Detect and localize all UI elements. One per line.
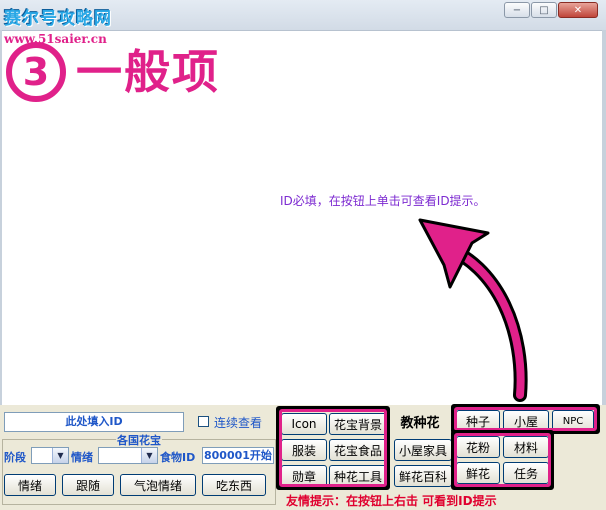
eat-button[interactable]: 吃东西 <box>202 474 266 496</box>
highlight-top-row-inner <box>454 407 597 431</box>
mood-select[interactable]: ▼ <box>98 447 158 464</box>
tab-plant-flower[interactable]: 教种花 <box>390 408 450 434</box>
food-id-label: 食物ID <box>160 451 196 464</box>
chevron-down-icon: ▼ <box>141 448 157 463</box>
highlight-right-group-inner <box>454 433 551 487</box>
stage-select[interactable]: ▼ <box>31 447 69 464</box>
window-controls: − □ ✕ <box>503 2 598 18</box>
circled-number-icon: 3 <box>6 42 66 102</box>
section-heading: 3 一般项 <box>6 42 220 102</box>
tab-flower-encyclopedia[interactable]: 鲜花百科 <box>394 465 452 487</box>
heading-title: 一般项 <box>76 45 220 99</box>
right-click-hint: 友情提示：在按钮上右击 可看到ID提示 <box>286 494 497 508</box>
tab-house-furniture[interactable]: 小屋家具 <box>394 439 452 461</box>
pointer-arrow-icon <box>418 218 528 402</box>
group-title: 各国花宝 <box>116 432 162 448</box>
close-button[interactable]: ✕ <box>558 2 598 18</box>
id-input[interactable]: 此处填入ID <box>4 412 184 432</box>
site-logo: 赛尔号攻略网 <box>4 9 112 29</box>
highlight-left-group-inner <box>279 409 387 487</box>
continuous-view-checkbox[interactable] <box>198 416 209 427</box>
follow-button[interactable]: 跟随 <box>62 474 114 496</box>
stage-label: 阶段 <box>4 451 26 464</box>
chevron-down-icon: ▼ <box>52 448 68 463</box>
continuous-view-label: 连续查看 <box>214 416 263 430</box>
bubble-mood-button[interactable]: 气泡情绪 <box>120 474 196 496</box>
mood-label: 情绪 <box>71 451 93 464</box>
mood-button[interactable]: 情绪 <box>4 474 56 496</box>
food-id-input[interactable]: 800001开始 <box>202 447 274 464</box>
minimize-button[interactable]: − <box>504 2 530 18</box>
title-bar: 赛尔号攻略网 − □ ✕ <box>0 0 606 31</box>
maximize-button[interactable]: □ <box>531 2 557 18</box>
